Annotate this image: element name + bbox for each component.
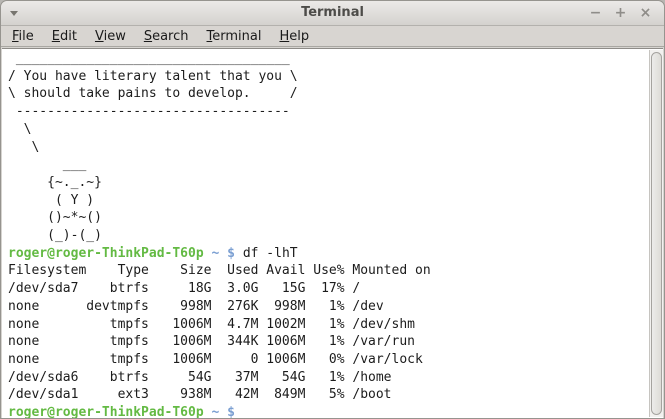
terminal-content[interactable]: ___________________________________ / Yo… [2,48,663,418]
window-title: Terminal [1,5,664,20]
minimize-button[interactable]: − [583,1,608,26]
menu-view[interactable]: View [86,28,135,45]
prompt-path-symbol: ~ $ [204,246,243,261]
terminal-window: Terminal − + × FileEditViewSearchTermina… [0,0,665,419]
terminal-text: ___________________________________ / Yo… [8,50,431,419]
prompt-path-symbol: ~ $ [204,405,243,419]
menu-edit[interactable]: Edit [43,28,86,45]
menu-file[interactable]: File [3,28,43,45]
menu-help[interactable]: Help [270,28,318,45]
menu-search[interactable]: Search [135,28,198,45]
prompt-user-host: roger@roger-ThinkPad-T60p [8,246,204,261]
prompt-user-host: roger@roger-ThinkPad-T60p [8,405,204,419]
scrollbar[interactable] [649,50,663,417]
menu-terminal[interactable]: Terminal [198,28,271,45]
titlebar[interactable]: Terminal − + × [1,1,664,26]
menubar: FileEditViewSearchTerminalHelp [1,26,664,47]
close-button[interactable]: × [633,1,658,26]
maximize-button[interactable]: + [608,1,633,26]
window-controls: − + × [583,1,658,26]
scrollbar-thumb[interactable] [651,52,662,415]
